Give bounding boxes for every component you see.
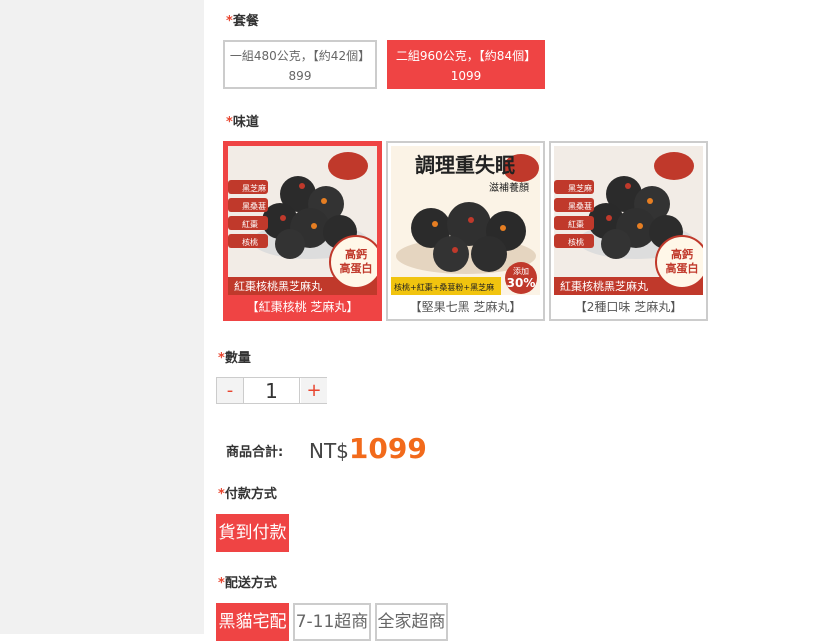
total-price: NT$1099: [309, 432, 427, 465]
payment-cod-button[interactable]: 貨到付款: [216, 514, 289, 552]
flavor-option-2[interactable]: 調理重失眠 滋補養顏 核桃+紅棗+桑葚粉+黑芝麻 添加 30% 【堅果七黑 芝麻…: [386, 141, 545, 321]
package-option-1-price: 899: [288, 69, 312, 83]
package-option-2[interactable]: 二組960公克，【約84個】 1099: [387, 40, 545, 89]
flavor-3-tag-3: 紅棗: [568, 219, 584, 229]
flavor-2-image-subtitle: 滋補養顏: [489, 181, 529, 194]
left-sidebar: [0, 0, 204, 634]
package-option-1-desc: 一組480公克，【約42個】: [229, 49, 371, 63]
flavor-1-tag-4: 核桃: [242, 237, 258, 247]
flavor-1-badge-line1: 高鈣: [345, 247, 367, 261]
quantity-label: *數量: [218, 351, 251, 366]
flavor-3-tag-2: 黑桑葚: [568, 201, 592, 211]
shipping-option-black-cat[interactable]: 黑貓宅配: [216, 603, 289, 641]
flavor-2-image: 調理重失眠 滋補養顏 核桃+紅棗+桑葚粉+黑芝麻 添加 30%: [391, 146, 540, 295]
flavor-3-tag-1: 黑芝麻: [568, 183, 592, 193]
package-option-2-price: 1099: [450, 69, 482, 83]
flavor-option-1[interactable]: 黑芝麻 黑桑葚 紅棗 核桃 紅棗核桃黑芝麻丸 高鈣 高蛋白 【紅棗核桃 芝麻丸】: [223, 141, 382, 321]
flavor-3-caption: 【2種口味 芝麻丸】: [574, 300, 683, 314]
flavor-2-badge-num: 30%: [507, 276, 536, 290]
total-label: 商品合計:: [226, 445, 284, 460]
package-option-2-desc: 二組960公克，【約84個】: [395, 49, 537, 63]
flavor-1-caption: 【紅棗核桃 芝麻丸】: [246, 300, 359, 314]
package-label: *套餐: [226, 14, 259, 29]
quantity-input[interactable]: [243, 378, 300, 403]
flavor-2-image-bar: 核桃+紅棗+桑葚粉+黑芝麻: [394, 282, 494, 292]
flavor-3-image: 黑芝麻 黑桑葚 紅棗 核桃 紅棗核桃黑芝麻丸 高鈣 高蛋白: [554, 146, 703, 295]
shipping-option-family-mart[interactable]: 全家超商: [375, 603, 448, 641]
flavor-1-image: 黑芝麻 黑桑葚 紅棗 核桃 紅棗核桃黑芝麻丸 高鈣 高蛋白: [228, 146, 377, 295]
quantity-stepper: - +: [216, 377, 327, 404]
flavor-3-image-title: 紅棗核桃黑芝麻丸: [560, 279, 648, 293]
flavor-3-badge-line1: 高鈣: [671, 247, 693, 261]
flavor-1-tag-1: 黑芝麻: [242, 183, 266, 193]
flavor-1-tag-3: 紅棗: [242, 219, 258, 229]
flavor-option-3[interactable]: 黑芝麻 黑桑葚 紅棗 核桃 紅棗核桃黑芝麻丸 高鈣 高蛋白 【2種口味 芝麻丸】: [549, 141, 708, 321]
payment-label: *付款方式: [218, 487, 277, 502]
total-currency: NT$: [309, 439, 349, 463]
shipping-option-711[interactable]: 7-11超商: [293, 603, 371, 641]
flavor-2-caption: 【堅果七黑 芝麻丸】: [409, 300, 522, 314]
flavor-1-tag-2: 黑桑葚: [242, 201, 266, 211]
flavor-label: *味道: [226, 115, 259, 130]
quantity-plus-button[interactable]: +: [301, 378, 327, 403]
flavor-3-tag-4: 核桃: [568, 237, 584, 247]
shipping-label: *配送方式: [218, 576, 277, 591]
flavor-3-badge-line2: 高蛋白: [666, 261, 699, 275]
quantity-minus-button[interactable]: -: [217, 378, 243, 403]
flavor-2-image-title: 調理重失眠: [415, 153, 515, 177]
package-option-1[interactable]: 一組480公克，【約42個】 899: [223, 40, 377, 89]
flavor-1-image-title: 紅棗核桃黑芝麻丸: [234, 279, 322, 293]
total-amount: 1099: [348, 432, 427, 465]
flavor-1-badge-line2: 高蛋白: [340, 261, 373, 275]
flavor-2-badge-top: 添加: [513, 266, 529, 276]
